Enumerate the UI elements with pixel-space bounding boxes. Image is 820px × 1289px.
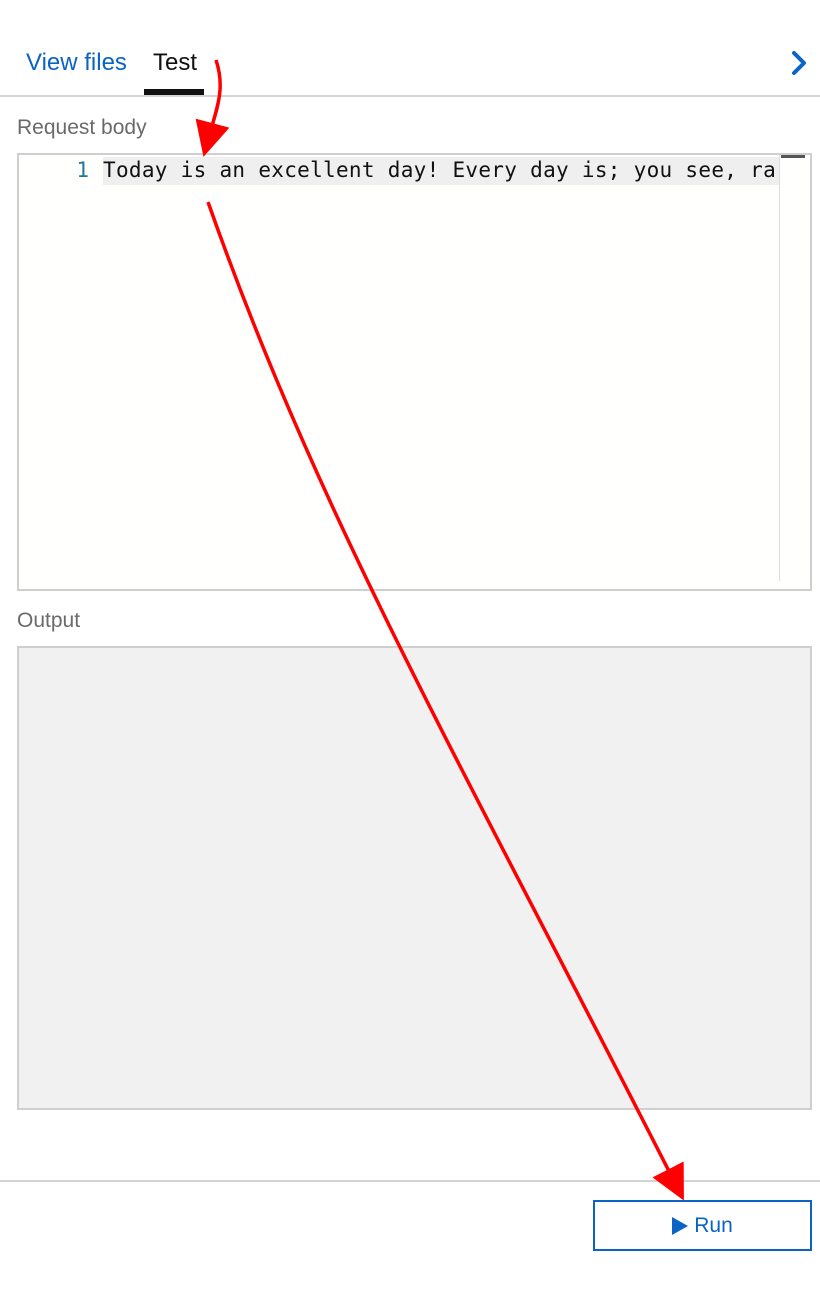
output-panel [17, 646, 812, 1110]
request-body-editor[interactable]: 1 Today is an excellent day! Every day i… [17, 153, 812, 591]
output-label: Output [17, 609, 81, 632]
code-line[interactable]: Today is an excellent day! Every day is;… [103, 158, 779, 182]
tab-view-files[interactable]: View files [26, 48, 127, 78]
tab-test[interactable]: Test [153, 48, 197, 78]
run-button[interactable]: Run [593, 1200, 812, 1251]
tab-bar: View files Test [0, 0, 820, 97]
footer-divider [0, 1180, 820, 1182]
line-number: 1 [76, 158, 89, 182]
chevron-right-icon[interactable] [788, 50, 810, 76]
active-tab-indicator [144, 89, 204, 95]
request-body-label: Request body [17, 116, 147, 139]
editor-scrollbar-track[interactable] [779, 155, 780, 581]
run-button-label: Run [694, 1213, 733, 1237]
editor-scrollbar-thumb[interactable] [781, 155, 805, 158]
play-icon [672, 1216, 689, 1235]
